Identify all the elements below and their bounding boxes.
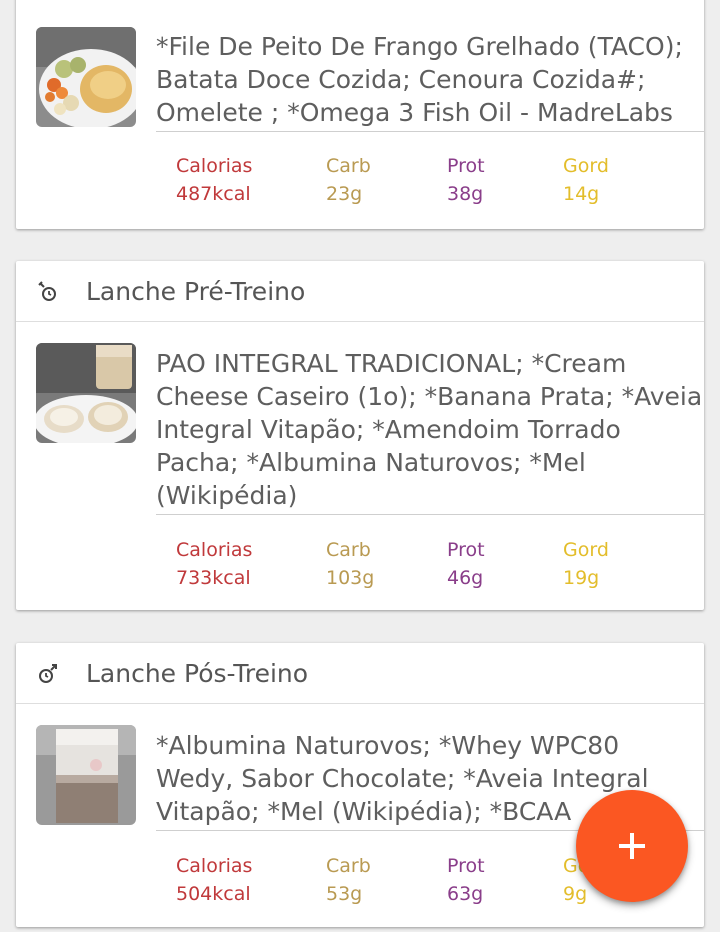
bread-photo-icon — [36, 343, 136, 443]
macros-row: Calorias 733kcal Carb 103g Prot 46g Gord… — [176, 536, 696, 589]
prot-label: Prot — [447, 855, 485, 877]
food-list: PAO INTEGRAL TRADICIONAL; *Cream Cheese … — [156, 347, 704, 515]
gord-value: 14g — [563, 183, 600, 205]
calories-value: 733kcal — [176, 567, 251, 589]
meal-header[interactable]: Lanche Pós-Treino — [16, 643, 704, 704]
calories-label: Calorias — [176, 539, 253, 561]
carb-value: 53g — [326, 883, 363, 905]
plate-photo-icon — [36, 27, 136, 127]
calories-label: Calorias — [176, 155, 253, 177]
meal-photo — [36, 27, 136, 127]
macros-row: Calorias 487kcal Carb 23g Prot 38g Gord … — [176, 152, 696, 205]
gord-label: Gord — [563, 539, 609, 561]
calories-macro: Calorias 487kcal — [176, 152, 252, 208]
gord-macro: Gord 19g — [563, 536, 609, 592]
prot-value: 46g — [447, 567, 484, 589]
calories-value: 504kcal — [176, 883, 251, 905]
prot-value: 63g — [447, 883, 484, 905]
gord-label: Gord — [563, 155, 609, 177]
prot-macro: Prot 46g — [447, 536, 485, 592]
prot-label: Prot — [447, 155, 485, 177]
shaker-photo-icon — [36, 725, 136, 825]
carb-label: Carb — [326, 155, 371, 177]
calories-value: 487kcal — [176, 183, 251, 205]
meal-title: Lanche Pós-Treino — [86, 658, 309, 688]
gord-value: 19g — [563, 567, 600, 589]
calories-macro: Calorias 504kcal — [176, 852, 252, 908]
carb-macro: Carb 103g — [326, 536, 374, 592]
prot-label: Prot — [447, 539, 485, 561]
carb-value: 23g — [326, 183, 363, 205]
add-meal-button[interactable] — [576, 790, 688, 902]
calories-macro: Calorias 733kcal — [176, 536, 252, 592]
prot-value: 38g — [447, 183, 484, 205]
carb-macro: Carb 23g — [326, 152, 371, 208]
gord-macro: Gord 14g — [563, 152, 609, 208]
food-list: *File De Peito De Frango Grelhado (TACO)… — [156, 30, 704, 132]
meal-photo — [36, 725, 136, 825]
meal-header[interactable]: Lanche Pré-Treino — [16, 261, 704, 322]
carb-label: Carb — [326, 855, 371, 877]
meal-card[interactable]: *File De Peito De Frango Grelhado (TACO)… — [16, 0, 704, 229]
carb-macro: Carb 53g — [326, 852, 371, 908]
carb-value: 103g — [326, 567, 375, 589]
post-workout-clock-icon — [39, 664, 57, 683]
calories-label: Calorias — [176, 855, 253, 877]
meal-photo — [36, 343, 136, 443]
meal-title: Lanche Pré-Treino — [86, 276, 306, 306]
prot-macro: Prot 63g — [447, 852, 485, 908]
prot-macro: Prot 38g — [447, 152, 485, 208]
plus-icon — [619, 833, 645, 859]
carb-label: Carb — [326, 539, 371, 561]
meal-card[interactable]: Lanche Pré-Treino PAO INTEGRAL TRADICION… — [16, 261, 704, 610]
pre-workout-clock-icon — [38, 281, 56, 301]
